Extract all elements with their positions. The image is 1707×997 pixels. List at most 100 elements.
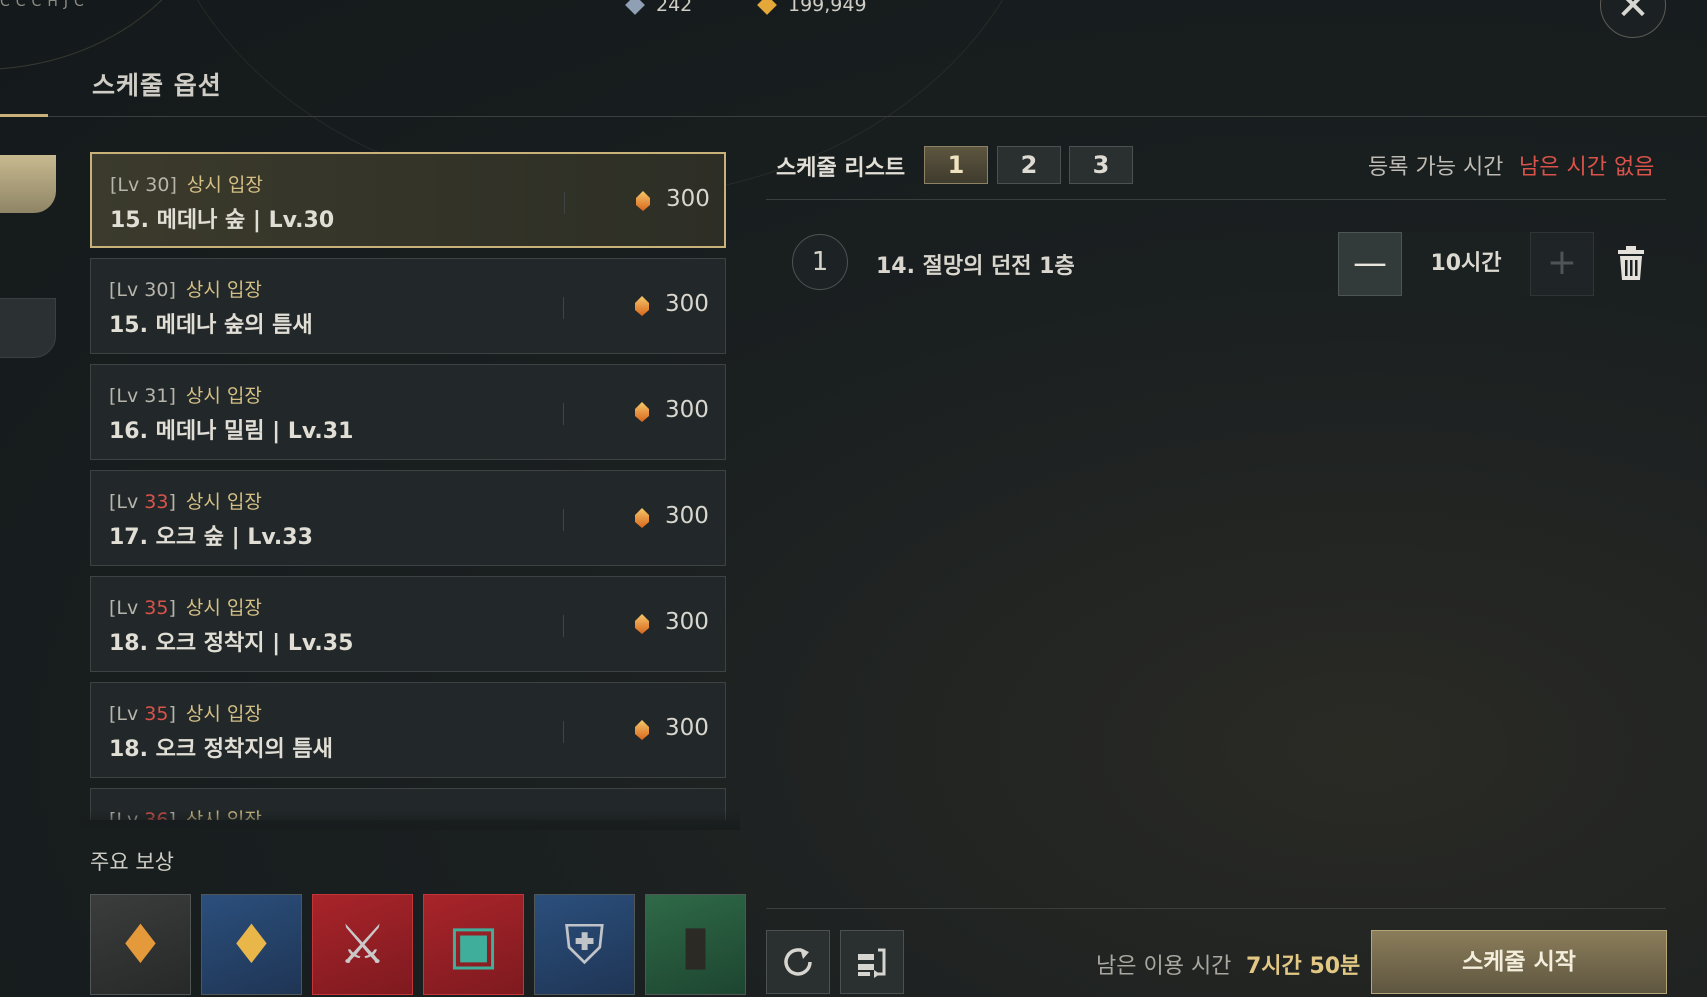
delete-button[interactable] [1616, 246, 1646, 280]
item-separator [563, 721, 564, 743]
side-tab-active[interactable] [0, 155, 56, 213]
load-icon [858, 948, 886, 978]
gem-cost-icon [636, 191, 650, 211]
gold-crystal-icon: ♦ [227, 913, 276, 976]
entry-type: 상시 입장 [186, 174, 263, 196]
schedule-options-screen: CCCHJC 242 199,949 ✕ 스케줄 옵션 [Lv 30] 상시 입장… [0, 0, 1707, 997]
dungeon-level: 31 [144, 385, 169, 407]
rewards-row: ♦ ♦ ⚔ ▣ ⛨ ▮ [90, 894, 746, 995]
decrease-button[interactable]: — [1338, 232, 1402, 296]
background-arc [0, 0, 220, 70]
entry-name: 14. 절망의 던전 1층 [876, 254, 1075, 279]
item-separator [563, 403, 564, 425]
entry-type: 상시 입장 [185, 491, 262, 513]
item-separator [563, 509, 564, 531]
dungeon-level-line: [Lv 35] 상시 입장 [109, 597, 262, 619]
dungeon-level: 30 [145, 174, 170, 196]
reset-button[interactable] [766, 930, 830, 994]
bottom-divider [766, 908, 1666, 909]
dungeon-name: 15. 메데나 숲의 틈새 [109, 313, 313, 338]
amber-crystal-icon: ♦ [116, 913, 165, 976]
header-divider [0, 116, 1707, 117]
reward-item[interactable]: ▮ [645, 894, 746, 995]
dungeon-item[interactable]: [Lv 35] 상시 입장 18. 오크 정착지의 틈새 300 [90, 682, 726, 778]
register-time-value: 남은 시간 없음 [1519, 155, 1655, 180]
reward-item[interactable]: ⛨ [534, 894, 635, 995]
remaining-time-label: 남은 이용 시간 [1096, 954, 1232, 979]
dungeon-level: 35 [144, 597, 169, 619]
gem-cost-icon [635, 508, 649, 528]
reward-item[interactable]: ⚔ [312, 894, 413, 995]
entry-index: 1 [792, 234, 848, 290]
gold-icon [757, 0, 777, 15]
schedule-tab-2[interactable]: 2 [997, 146, 1061, 184]
close-icon: ✕ [1616, 0, 1650, 29]
reward-item[interactable]: ▣ [423, 894, 524, 995]
schedule-tab-1[interactable]: 1 [924, 146, 988, 184]
item-separator [563, 297, 564, 319]
dungeon-cost: 300 [665, 715, 709, 741]
plus-icon: + [1546, 242, 1578, 283]
entry-type: 상시 입장 [185, 597, 262, 619]
trash-icon [1618, 246, 1644, 280]
dungeon-level: 30 [144, 279, 169, 301]
armor-icon: ⛨ [564, 912, 605, 976]
dungeon-item[interactable]: [Lv 30] 상시 입장 15. 메데나 숲 | Lv.30 300 [90, 152, 726, 248]
crystal-icon [625, 0, 645, 15]
time-value: 10시간 [1430, 251, 1502, 276]
tab-underline [0, 114, 48, 117]
reward-item[interactable]: ♦ [201, 894, 302, 995]
dungeon-cost: 300 [665, 609, 709, 635]
item-separator [564, 192, 565, 214]
currency-crystal-value: 242 [656, 0, 693, 16]
entry-type: 상시 입장 [185, 703, 262, 725]
dungeon-level-line: [Lv 30] 상시 입장 [109, 279, 262, 301]
schedule-divider [766, 199, 1666, 200]
card-icon: ▮ [680, 913, 711, 976]
list-fade [80, 810, 740, 830]
increase-button[interactable]: + [1530, 232, 1594, 296]
dungeon-name: 16. 메데나 밀림 | Lv.31 [109, 419, 354, 444]
reward-item[interactable]: ♦ [90, 894, 191, 995]
dungeon-item[interactable]: [Lv 35] 상시 입장 18. 오크 정착지 | Lv.35 300 [90, 576, 726, 672]
dungeon-item[interactable]: [Lv 31] 상시 입장 16. 메데나 밀림 | Lv.31 300 [90, 364, 726, 460]
remaining-time-value: 7시간 50분 [1246, 954, 1361, 979]
spellbook-icon: ▣ [447, 913, 500, 976]
dungeon-level-line: [Lv 35] 상시 입장 [109, 703, 262, 725]
gem-cost-icon [635, 402, 649, 422]
register-time-label: 등록 가능 시간 [1368, 155, 1504, 180]
schedule-list-title: 스케줄 리스트 [776, 156, 906, 181]
item-separator [563, 615, 564, 637]
dungeon-cost: 300 [665, 503, 709, 529]
dungeon-name: 15. 메데나 숲 | Lv.30 [110, 208, 335, 233]
start-schedule-button[interactable]: 스케줄 시작 [1371, 930, 1667, 994]
dungeon-level-line: [Lv 30] 상시 입장 [110, 174, 263, 196]
dungeon-name: 18. 오크 정착지의 틈새 [109, 737, 333, 762]
dungeon-cost: 300 [665, 291, 709, 317]
dungeon-item[interactable]: [Lv 30] 상시 입장 15. 메데나 숲의 틈새 300 [90, 258, 726, 354]
dungeon-level: 33 [144, 491, 169, 513]
dungeon-list[interactable]: [Lv 30] 상시 입장 15. 메데나 숲 | Lv.30 300 [Lv 30] 상… [90, 152, 726, 820]
game-logo: CCCHJC [0, 0, 90, 10]
gem-cost-icon [635, 614, 649, 634]
load-preset-button[interactable] [840, 930, 904, 994]
gem-cost-icon [635, 296, 649, 316]
entry-type: 상시 입장 [185, 385, 262, 407]
dungeon-name: 17. 오크 숲 | Lv.33 [109, 525, 313, 550]
close-button[interactable]: ✕ [1600, 0, 1666, 38]
entry-type: 상시 입장 [185, 279, 262, 301]
dungeon-cost: 300 [665, 397, 709, 423]
schedule-entry: 1 14. 절망의 던전 1층 — 10시간 + [766, 232, 1666, 298]
dungeon-level: 35 [144, 703, 169, 725]
dungeon-level-line: [Lv 33] 상시 입장 [109, 491, 262, 513]
time-stepper: — 10시간 + [1338, 232, 1594, 296]
side-tab[interactable] [0, 298, 56, 358]
gem-cost-icon [635, 720, 649, 740]
dungeon-level-line: [Lv 31] 상시 입장 [109, 385, 262, 407]
schedule-tab-3[interactable]: 3 [1069, 146, 1133, 184]
dungeon-item[interactable]: [Lv 33] 상시 입장 17. 오크 숲 | Lv.33 300 [90, 470, 726, 566]
currency-gold: 199,949 [757, 0, 867, 16]
dungeon-cost: 300 [666, 186, 710, 212]
currency-crystal: 242 [625, 0, 693, 16]
dungeon-name: 18. 오크 정착지 | Lv.35 [109, 631, 354, 656]
